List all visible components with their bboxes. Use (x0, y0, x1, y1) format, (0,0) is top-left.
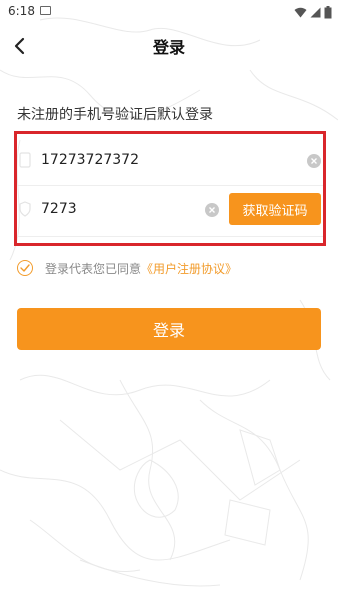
battery-icon (324, 5, 332, 18)
agreement-checkbox[interactable] (17, 260, 33, 276)
phone-row (17, 136, 323, 186)
clear-phone-button[interactable] (307, 154, 321, 168)
login-button[interactable]: 登录 (17, 308, 321, 350)
phone-icon (19, 152, 31, 168)
shield-icon (19, 201, 31, 217)
status-time: 6:18 (8, 4, 35, 18)
phone-input[interactable] (41, 148, 251, 172)
user-agreement-link[interactable]: 《用户注册协议》 (141, 260, 237, 277)
page-title: 登录 (152, 38, 185, 57)
close-icon (311, 158, 317, 164)
clear-code-button[interactable] (205, 203, 219, 217)
status-bar: 6:18 (0, 0, 338, 24)
register-hint: 未注册的手机号验证后默认登录 (17, 107, 213, 123)
row-divider (17, 236, 323, 237)
get-code-button[interactable]: 获取验证码 (229, 193, 321, 225)
check-icon (20, 264, 30, 272)
status-indicators (294, 4, 332, 20)
agreement-text: 登录代表您已同意 (45, 261, 142, 276)
code-row: 获取验证码 (17, 185, 323, 235)
code-input[interactable] (41, 197, 201, 221)
agreement-row: 登录代表您已同意 《用户注册协议》 (17, 258, 237, 278)
wifi-icon (294, 7, 307, 17)
sketch-background-illustration (0, 17, 338, 587)
signal-icon (310, 7, 321, 17)
close-icon (209, 207, 215, 213)
nav-bar: 登录 (0, 24, 338, 68)
notification-icon (40, 6, 51, 15)
